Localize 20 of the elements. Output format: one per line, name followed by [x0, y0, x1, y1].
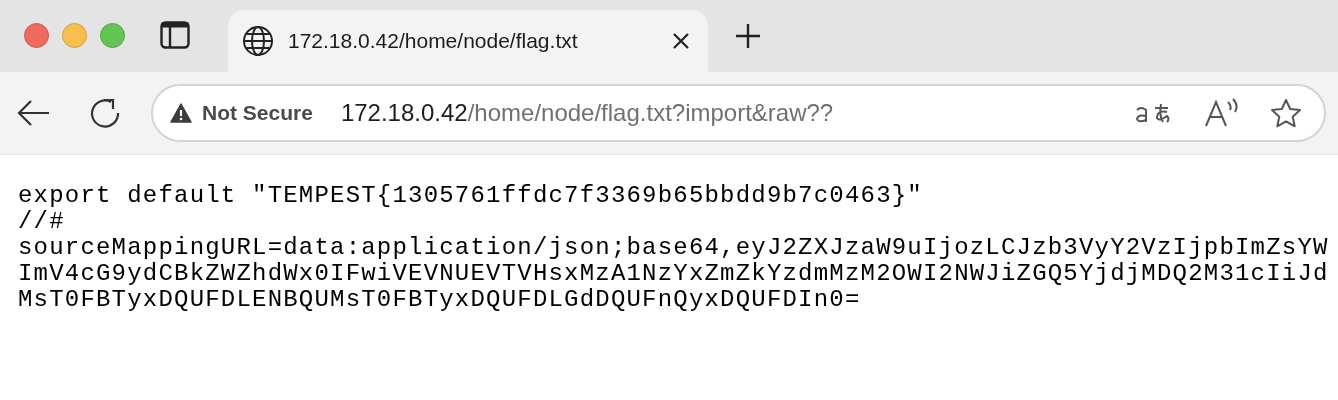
reload-icon[interactable]	[89, 97, 121, 129]
url-text: 172.18.0.42/home/node/flag.txt?import&raw??	[340, 99, 835, 127]
read-aloud-icon[interactable]	[1204, 98, 1240, 128]
browser-tab[interactable]: 172.18.0.42/home/node/flag.txt	[228, 10, 708, 72]
code-line: export default "TEMPEST{1305761ffdc7f3369b65bbdd9b7c0463}"	[18, 183, 923, 209]
sidebar-icon[interactable]	[160, 21, 190, 49]
warning-icon	[170, 103, 192, 123]
security-label: Not Secure	[202, 101, 313, 125]
back-icon[interactable]	[17, 99, 51, 127]
code-line: MsT0FBTyxDQUFDLENBQUMsT0FBTyxDQUFDLGdDQUFnQyxDQUFDIn0=	[18, 287, 861, 313]
code-line: ImV4cG9ydCBkZWZhdWx0IFwiVEVNUEVTVHsxMzA1NzYxZmZkYzdmMzM2OWI2NWJiZGQ5YjdjMDQ2M31cIiJd	[18, 261, 1329, 287]
code-line: //#	[18, 209, 65, 235]
close-window-button[interactable]	[24, 23, 49, 48]
new-tab-icon[interactable]	[734, 22, 762, 50]
close-tab-icon[interactable]	[672, 32, 690, 50]
star-icon[interactable]	[1270, 98, 1302, 128]
address-field[interactable]: Not Secure 172.18.0.42/home/node/flag.txt?import&raw??	[151, 84, 1326, 142]
globe-icon	[242, 25, 274, 57]
tab-title: 172.18.0.42/home/node/flag.txt	[288, 29, 579, 53]
code-line: sourceMappingURL=data:application/json;base64,eyJ2ZXJzaW9uIjozLCJzb3VyY2VzIjpbImZsYW	[18, 235, 1329, 261]
